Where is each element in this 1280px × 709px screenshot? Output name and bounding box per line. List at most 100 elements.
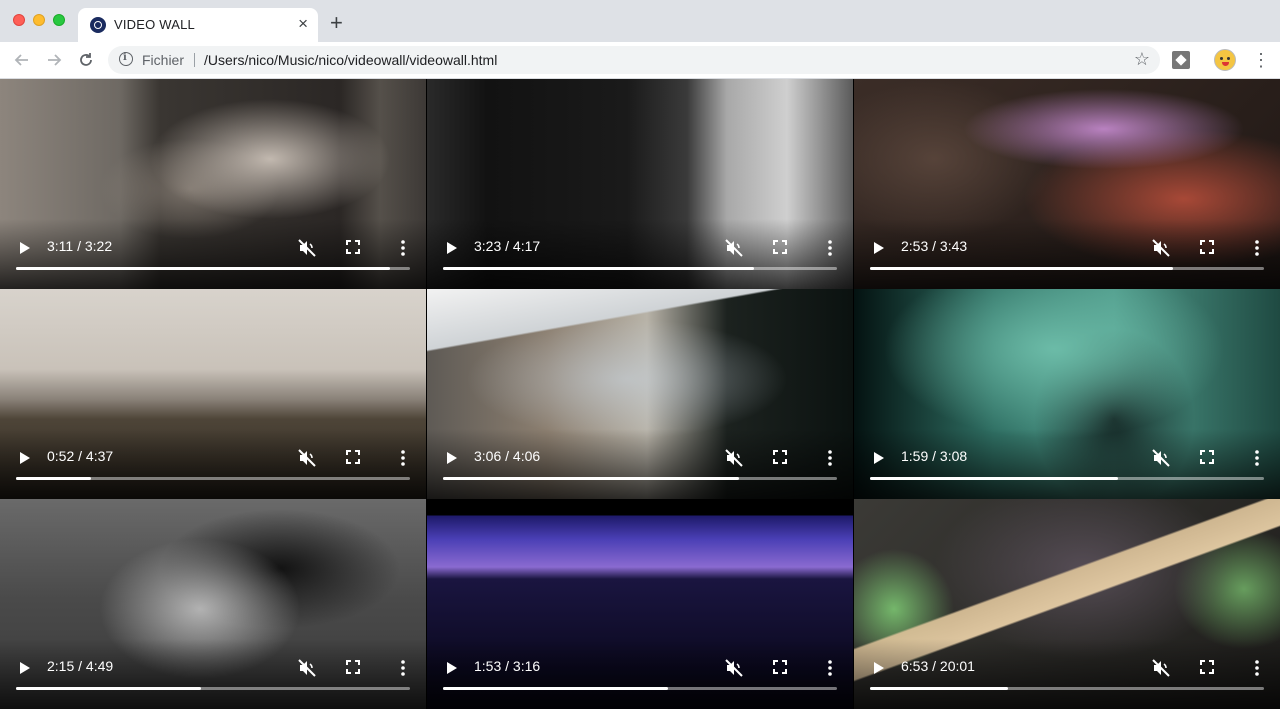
time-display: 6:53 / 20:01	[901, 658, 975, 674]
seek-progress	[443, 477, 739, 480]
muted-speaker-icon[interactable]	[724, 238, 744, 258]
more-options-icon[interactable]	[822, 658, 838, 678]
extension-icon[interactable]	[1172, 51, 1190, 69]
fullscreen-icon[interactable]	[773, 450, 787, 464]
seek-bar[interactable]	[16, 477, 410, 480]
more-options-icon[interactable]	[1249, 448, 1265, 468]
video-controls: 0:52 / 4:37	[0, 429, 426, 499]
more-options-icon[interactable]	[395, 658, 411, 678]
tab-video-wall[interactable]: VIDEO WALL ×	[78, 8, 318, 42]
video-controls: 2:15 / 4:49	[0, 639, 426, 709]
video-controls: 2:53 / 3:43	[854, 219, 1280, 289]
fullscreen-icon[interactable]	[1200, 660, 1214, 674]
seek-progress	[16, 267, 391, 270]
video-player[interactable]: 6:53 / 20:01	[854, 499, 1280, 709]
more-options-icon[interactable]	[1249, 238, 1265, 258]
time-display: 1:53 / 3:16	[474, 658, 541, 674]
time-display: 1:59 / 3:08	[901, 448, 968, 464]
tab-close-icon[interactable]: ×	[298, 14, 308, 34]
muted-speaker-icon[interactable]	[1151, 448, 1171, 468]
seek-bar[interactable]	[16, 687, 410, 690]
seek-progress	[870, 687, 1008, 690]
muted-speaker-icon[interactable]	[297, 448, 317, 468]
arrow-left-icon	[14, 54, 28, 66]
reload-button[interactable]	[74, 48, 98, 72]
video-player[interactable]: 0:52 / 4:37	[0, 289, 426, 499]
minimize-window-button[interactable]	[33, 14, 45, 26]
video-player[interactable]: 3:06 / 4:06	[427, 289, 853, 499]
fullscreen-icon[interactable]	[346, 450, 360, 464]
new-tab-button[interactable]: +	[330, 12, 343, 34]
muted-speaker-icon[interactable]	[724, 658, 744, 678]
seek-bar[interactable]	[443, 687, 837, 690]
bookmark-star-icon[interactable]: ☆	[1134, 49, 1150, 70]
reload-icon	[80, 53, 92, 66]
info-icon[interactable]	[119, 52, 133, 66]
video-player[interactable]: 2:15 / 4:49	[0, 499, 426, 709]
seek-bar[interactable]	[443, 477, 837, 480]
muted-speaker-icon[interactable]	[724, 448, 744, 468]
more-options-icon[interactable]	[395, 238, 411, 258]
back-button[interactable]	[10, 48, 34, 72]
fullscreen-icon[interactable]	[1200, 450, 1214, 464]
tab-strip: VIDEO WALL × +	[0, 0, 1280, 42]
favicon-icon	[90, 17, 106, 33]
play-icon[interactable]	[20, 662, 30, 674]
seek-progress	[870, 477, 1119, 480]
video-controls: 3:11 / 3:22	[0, 219, 426, 289]
forward-button[interactable]	[42, 48, 66, 72]
maximize-window-button[interactable]	[53, 14, 65, 26]
time-display: 3:11 / 3:22	[47, 238, 113, 254]
video-controls: 1:59 / 3:08	[854, 429, 1280, 499]
video-player[interactable]: 1:59 / 3:08	[854, 289, 1280, 499]
fullscreen-icon[interactable]	[773, 240, 787, 254]
fullscreen-icon[interactable]	[1200, 240, 1214, 254]
more-options-icon[interactable]	[1249, 658, 1265, 678]
play-icon[interactable]	[874, 242, 884, 254]
muted-speaker-icon[interactable]	[1151, 238, 1171, 258]
seek-bar[interactable]	[443, 267, 837, 270]
time-display: 3:06 / 4:06	[474, 448, 541, 464]
fullscreen-icon[interactable]	[346, 240, 360, 254]
video-player[interactable]: 2:53 / 3:43	[854, 79, 1280, 289]
time-display: 2:53 / 3:43	[901, 238, 968, 254]
video-grid: 3:11 / 3:22 3:23 / 4:17 2:53 / 3:43 0:52…	[0, 79, 1280, 709]
muted-speaker-icon[interactable]	[297, 238, 317, 258]
muted-speaker-icon[interactable]	[1151, 658, 1171, 678]
scheme-label: Fichier	[142, 52, 185, 68]
play-icon[interactable]	[20, 242, 30, 254]
muted-speaker-icon[interactable]	[297, 658, 317, 678]
play-icon[interactable]	[447, 662, 457, 674]
play-icon[interactable]	[20, 452, 30, 464]
browser-menu-icon[interactable]: ⋮	[1252, 48, 1270, 72]
play-icon[interactable]	[874, 452, 884, 464]
seek-progress	[443, 267, 755, 270]
video-player[interactable]: 3:11 / 3:22	[0, 79, 426, 289]
fullscreen-icon[interactable]	[773, 660, 787, 674]
seek-bar[interactable]	[870, 477, 1264, 480]
time-display: 2:15 / 4:49	[47, 658, 114, 674]
play-icon[interactable]	[447, 452, 457, 464]
seek-bar[interactable]	[16, 267, 410, 270]
seek-progress	[16, 687, 202, 690]
play-icon[interactable]	[447, 242, 457, 254]
more-options-icon[interactable]	[822, 238, 838, 258]
time-display: 0:52 / 4:37	[47, 448, 114, 464]
arrow-right-icon	[48, 54, 62, 66]
seek-bar[interactable]	[870, 267, 1264, 270]
more-options-icon[interactable]	[395, 448, 411, 468]
fullscreen-icon[interactable]	[346, 660, 360, 674]
profile-avatar-icon[interactable]	[1214, 49, 1236, 71]
seek-bar[interactable]	[870, 687, 1264, 690]
more-options-icon[interactable]	[822, 448, 838, 468]
video-controls: 6:53 / 20:01	[854, 639, 1280, 709]
address-bar[interactable]: Fichier /Users/nico/Music/nico/videowall…	[108, 46, 1160, 74]
close-window-button[interactable]	[13, 14, 25, 26]
video-controls: 3:23 / 4:17	[427, 219, 853, 289]
tab-title: VIDEO WALL	[114, 17, 195, 32]
video-player[interactable]: 3:23 / 4:17	[427, 79, 853, 289]
url-text[interactable]: /Users/nico/Music/nico/videowall/videowa…	[204, 52, 497, 68]
video-player[interactable]: 1:53 / 3:16	[427, 499, 853, 709]
play-icon[interactable]	[874, 662, 884, 674]
video-controls: 3:06 / 4:06	[427, 429, 853, 499]
